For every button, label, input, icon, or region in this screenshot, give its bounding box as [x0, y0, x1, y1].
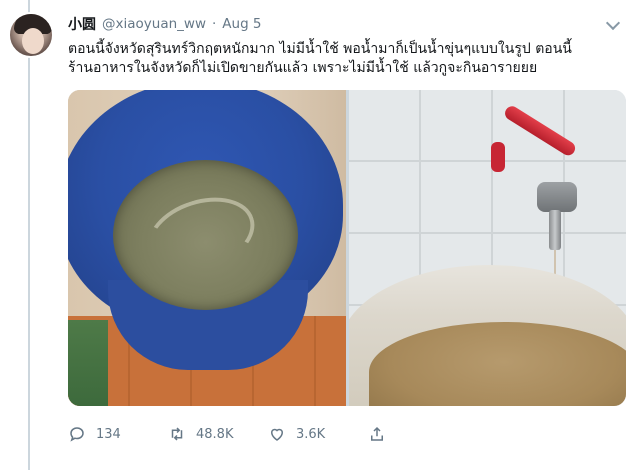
tweet-header: 小圆 @xiaoyuan_ww · Aug 5 — [68, 14, 620, 34]
valve-body — [537, 182, 577, 212]
author-handle[interactable]: @xiaoyuan_ww — [102, 16, 206, 32]
faucet-pipe — [549, 210, 561, 250]
reply-button[interactable]: 134 — [68, 425, 168, 443]
separator-dot: · — [211, 16, 217, 32]
photo-faucet-basin[interactable] — [349, 90, 626, 406]
photo-blue-bucket[interactable] — [68, 90, 346, 406]
tweet-actions: 134 48.8K 3.6K — [68, 422, 468, 446]
share-button[interactable] — [368, 425, 468, 443]
retweet-count: 48.8K — [196, 426, 234, 442]
tweet-timestamp[interactable]: Aug 5 — [222, 16, 261, 32]
retweet-button[interactable]: 48.8K — [168, 425, 268, 443]
avatar-face — [22, 28, 44, 54]
tweet-media[interactable] — [68, 90, 626, 406]
heart-icon — [268, 425, 286, 443]
green-object — [68, 320, 108, 406]
tweet-text: ตอนนี้จังหวัดสุรินทร์วิกฤตหนักมาก ไม่มีน… — [68, 41, 572, 76]
author-display-name[interactable]: 小圆 — [68, 14, 96, 34]
share-icon — [368, 425, 386, 443]
retweet-icon — [168, 425, 186, 443]
avatar[interactable] — [8, 12, 54, 58]
like-button[interactable]: 3.6K — [268, 425, 368, 443]
reply-count: 134 — [96, 426, 121, 442]
red-valve-tip — [491, 142, 505, 172]
reply-icon — [68, 425, 86, 443]
like-count: 3.6K — [296, 426, 326, 442]
thread-line — [28, 0, 30, 470]
